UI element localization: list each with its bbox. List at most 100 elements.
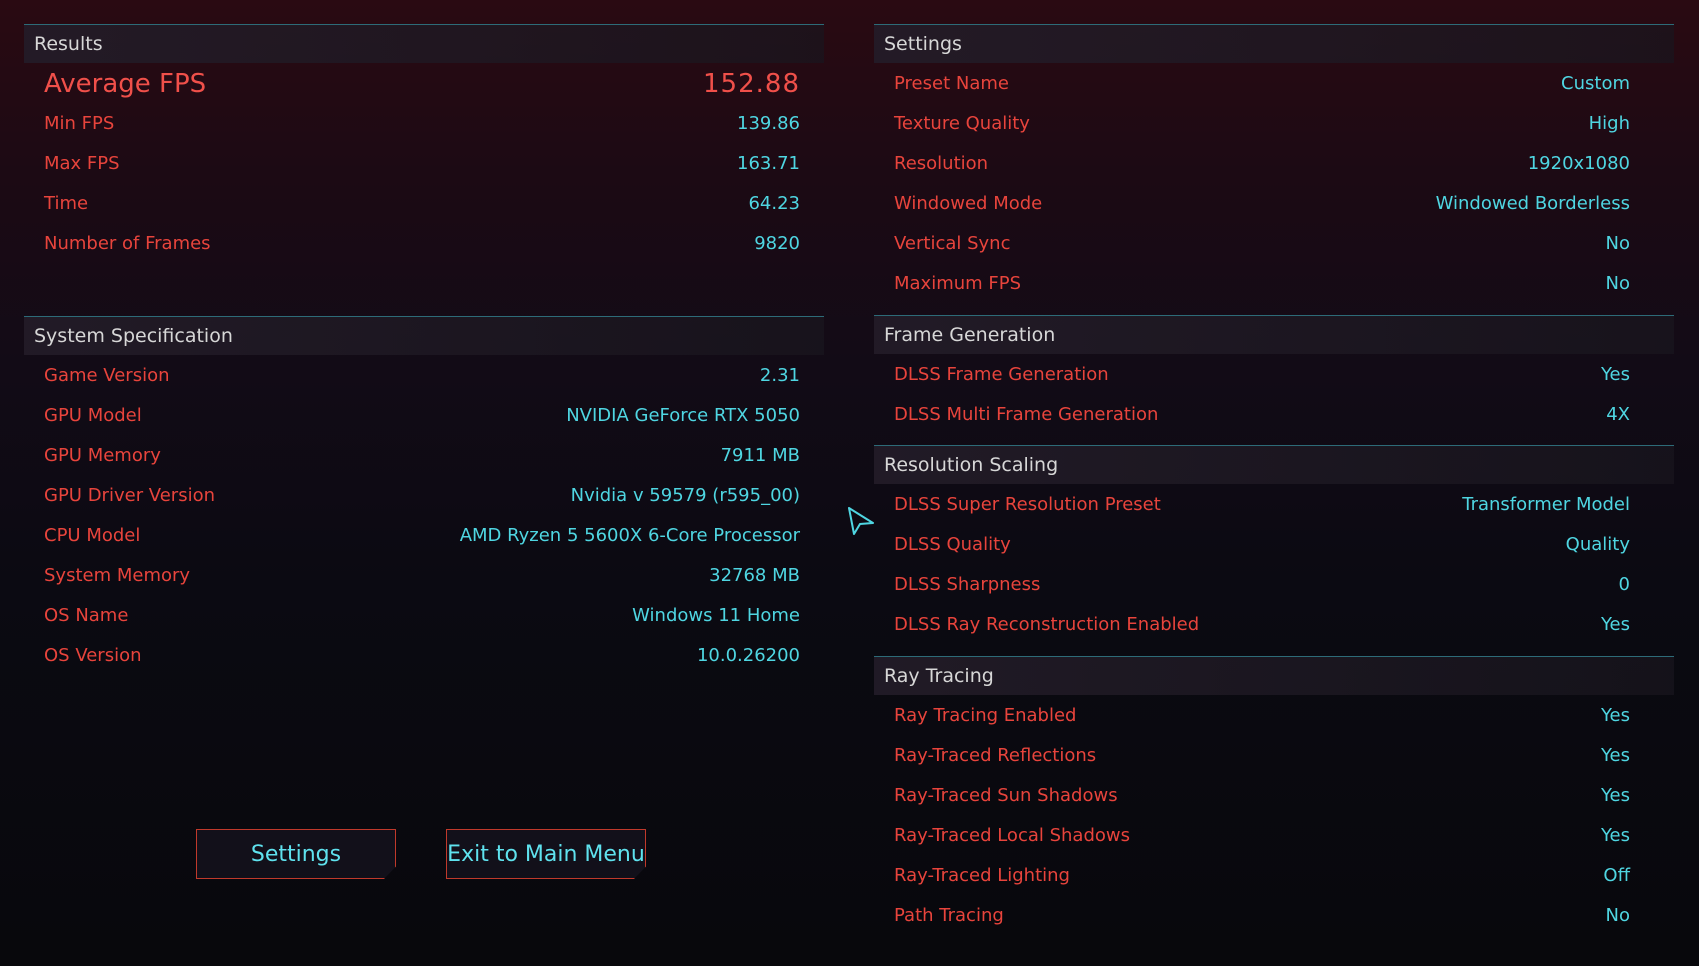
ray-tracing-row-label: Path Tracing xyxy=(894,905,1004,926)
ray-tracing-row-label: Ray-Traced Sun Shadows xyxy=(894,785,1118,806)
settings-row: Vertical Sync No xyxy=(894,229,1630,259)
average-fps-value: 152.88 xyxy=(703,69,800,99)
results-row-value: 163.71 xyxy=(737,153,800,174)
settings-section: Settings Preset Name Custom Texture Qual… xyxy=(874,24,1674,315)
settings-row-label: Vertical Sync xyxy=(894,233,1011,254)
system-row-label: GPU Driver Version xyxy=(44,485,215,506)
system-row-label: System Memory xyxy=(44,565,191,586)
results-row-label: Time xyxy=(44,193,89,214)
ray-tracing-row-label: Ray-Traced Reflections xyxy=(894,745,1097,766)
resolution-scaling-row-value: Yes xyxy=(1600,614,1630,635)
settings-row-value: 1920x1080 xyxy=(1527,153,1630,174)
settings-row-label: Texture Quality xyxy=(894,113,1030,134)
system-row-label: Game Version xyxy=(44,365,170,386)
resolution-scaling-section: Resolution Scaling DLSS Super Resolution… xyxy=(874,445,1674,654)
resolution-scaling-row-label: DLSS Quality xyxy=(894,534,1011,555)
resolution-scaling-header: Resolution Scaling xyxy=(874,446,1674,484)
settings-button[interactable]: Settings xyxy=(196,829,396,879)
system-row-value: 2.31 xyxy=(759,365,800,386)
system-row: GPU Memory 7911 MB xyxy=(44,441,800,471)
system-row-value: Nvidia v 59579 (r595_00) xyxy=(570,485,800,506)
settings-header: Settings xyxy=(874,25,1674,63)
results-row: Max FPS 163.71 xyxy=(44,149,800,179)
system-row: System Memory 32768 MB xyxy=(44,561,800,591)
resolution-scaling-row: DLSS Super Resolution Preset Transformer… xyxy=(894,490,1630,520)
frame-generation-row-value: Yes xyxy=(1600,364,1630,385)
system-row: GPU Driver Version Nvidia v 59579 (r595_… xyxy=(44,481,800,511)
ray-tracing-row-value: Yes xyxy=(1600,705,1630,726)
frame-generation-row-value: 4X xyxy=(1606,404,1630,425)
frame-generation-section: Frame Generation DLSS Frame Generation Y… xyxy=(874,315,1674,444)
system-row-value: 7911 MB xyxy=(720,445,800,466)
system-row: Game Version 2.31 xyxy=(44,361,800,391)
exit-to-main-menu-button[interactable]: Exit to Main Menu xyxy=(446,829,646,879)
ray-tracing-row: Ray-Traced Local Shadows Yes xyxy=(894,821,1630,851)
average-fps-label: Average FPS xyxy=(44,69,207,99)
settings-row: Resolution 1920x1080 xyxy=(894,149,1630,179)
settings-row-label: Windowed Mode xyxy=(894,193,1043,214)
ray-tracing-row-value: Yes xyxy=(1600,745,1630,766)
resolution-scaling-row: DLSS Quality Quality xyxy=(894,530,1630,560)
resolution-scaling-row-value: 0 xyxy=(1618,574,1630,595)
ray-tracing-row: Ray Tracing Enabled Yes xyxy=(894,701,1630,731)
settings-row-value: Windowed Borderless xyxy=(1435,193,1630,214)
resolution-scaling-row-label: DLSS Sharpness xyxy=(894,574,1041,595)
resolution-scaling-row-value: Quality xyxy=(1565,534,1630,555)
settings-row: Maximum FPS No xyxy=(894,269,1630,299)
system-row-value: AMD Ryzen 5 5600X 6-Core Processor xyxy=(459,525,800,546)
mouse-pointer-icon xyxy=(846,505,876,541)
settings-row-value: Custom xyxy=(1561,73,1630,94)
results-row-value: 64.23 xyxy=(748,193,800,214)
system-row-value: 32768 MB xyxy=(709,565,800,586)
results-row-value: 139.86 xyxy=(737,113,800,134)
frame-generation-row: DLSS Frame Generation Yes xyxy=(894,360,1630,390)
ray-tracing-row: Ray-Traced Reflections Yes xyxy=(894,741,1630,771)
ray-tracing-row: Path Tracing No xyxy=(894,901,1630,931)
ray-tracing-row-value: Off xyxy=(1603,865,1630,886)
results-section: Results Average FPS 152.88 Min FPS 139.8… xyxy=(24,24,824,315)
frame-generation-row-label: DLSS Frame Generation xyxy=(894,364,1109,385)
system-row-label: OS Name xyxy=(44,605,129,626)
results-row-value: 9820 xyxy=(754,233,800,254)
results-header: Results xyxy=(24,25,824,63)
resolution-scaling-row-label: DLSS Ray Reconstruction Enabled xyxy=(894,614,1200,635)
resolution-scaling-row: DLSS Ray Reconstruction Enabled Yes xyxy=(894,610,1630,640)
settings-row-label: Preset Name xyxy=(894,73,1009,94)
ray-tracing-section: Ray Tracing Ray Tracing Enabled Yes Ray-… xyxy=(874,656,1674,947)
system-spec-section: System Specification Game Version 2.31 G… xyxy=(24,316,824,697)
results-row-label: Min FPS xyxy=(44,113,115,134)
settings-row-value: No xyxy=(1605,233,1630,254)
ray-tracing-row-value: Yes xyxy=(1600,825,1630,846)
frame-generation-row-label: DLSS Multi Frame Generation xyxy=(894,404,1159,425)
system-spec-header: System Specification xyxy=(24,317,824,355)
settings-row: Windowed Mode Windowed Borderless xyxy=(894,189,1630,219)
settings-row-value: No xyxy=(1605,273,1630,294)
system-row-value: NVIDIA GeForce RTX 5050 xyxy=(566,405,800,426)
system-row-label: OS Version xyxy=(44,645,142,666)
system-row: GPU Model NVIDIA GeForce RTX 5050 xyxy=(44,401,800,431)
results-row-label: Max FPS xyxy=(44,153,120,174)
results-row: Number of Frames 9820 xyxy=(44,229,800,259)
system-row-label: GPU Memory xyxy=(44,445,161,466)
frame-generation-header: Frame Generation xyxy=(874,316,1674,354)
resolution-scaling-row-label: DLSS Super Resolution Preset xyxy=(894,494,1161,515)
ray-tracing-row: Ray-Traced Sun Shadows Yes xyxy=(894,781,1630,811)
results-row-label: Number of Frames xyxy=(44,233,211,254)
results-row: Min FPS 139.86 xyxy=(44,109,800,139)
ray-tracing-row-label: Ray-Traced Lighting xyxy=(894,865,1070,886)
settings-row: Preset Name Custom xyxy=(894,69,1630,99)
system-row-value: Windows 11 Home xyxy=(632,605,800,626)
ray-tracing-row-value: No xyxy=(1605,905,1630,926)
average-fps-row: Average FPS 152.88 xyxy=(44,69,800,99)
ray-tracing-header: Ray Tracing xyxy=(874,657,1674,695)
system-row-value: 10.0.26200 xyxy=(696,645,800,666)
results-row: Time 64.23 xyxy=(44,189,800,219)
system-row: OS Version 10.0.26200 xyxy=(44,641,800,671)
resolution-scaling-row-value: Transformer Model xyxy=(1462,494,1630,515)
settings-row: Texture Quality High xyxy=(894,109,1630,139)
frame-generation-row: DLSS Multi Frame Generation 4X xyxy=(894,400,1630,430)
settings-row-label: Resolution xyxy=(894,153,989,174)
ray-tracing-row-label: Ray Tracing Enabled xyxy=(894,705,1077,726)
system-row: CPU Model AMD Ryzen 5 5600X 6-Core Proce… xyxy=(44,521,800,551)
system-row: OS Name Windows 11 Home xyxy=(44,601,800,631)
